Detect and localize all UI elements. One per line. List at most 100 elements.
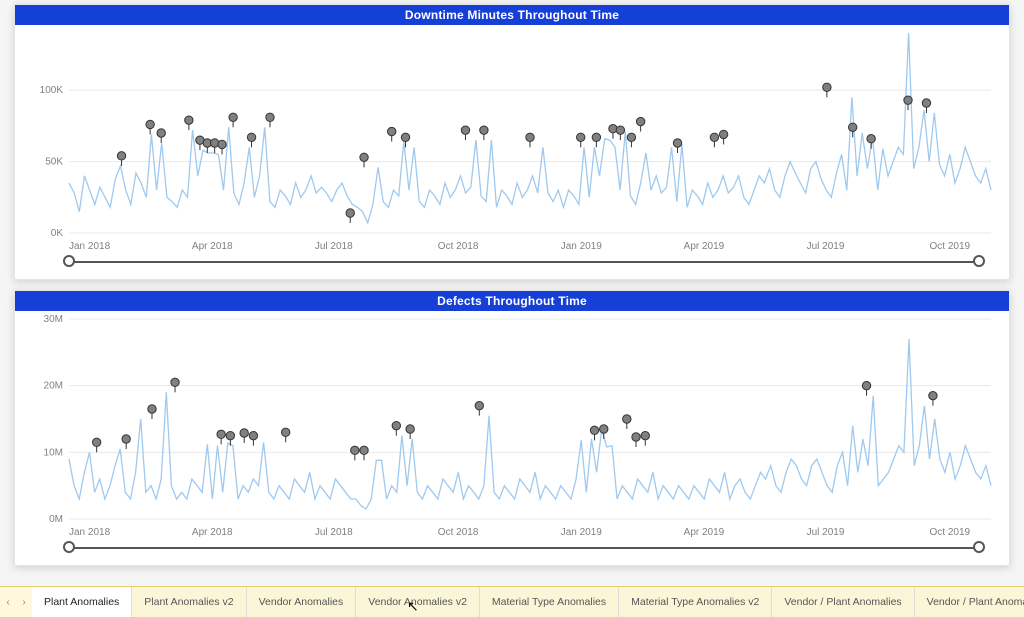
y-tick-label: 100K xyxy=(40,85,64,96)
anomaly-marker[interactable] xyxy=(360,153,368,161)
anomaly-marker[interactable] xyxy=(148,405,156,413)
chevron-left-icon: ‹ xyxy=(6,597,9,608)
tab-label: Material Type Anomalies xyxy=(492,596,606,608)
series-line xyxy=(69,339,991,509)
anomaly-marker[interactable] xyxy=(849,123,857,131)
anomaly-marker[interactable] xyxy=(590,426,598,434)
defects-range-slider[interactable] xyxy=(69,541,979,555)
tab-label: Material Type Anomalies v2 xyxy=(631,596,759,608)
anomaly-marker[interactable] xyxy=(641,431,649,439)
downtime-plot-area[interactable]: 0K50K100KJan 2018Apr 2018Jul 2018Oct 201… xyxy=(15,25,1009,255)
anomaly-marker[interactable] xyxy=(360,446,368,454)
anomaly-marker[interactable] xyxy=(673,139,681,147)
x-tick-label: Jan 2019 xyxy=(561,527,603,538)
anomaly-marker[interactable] xyxy=(636,117,644,125)
anomaly-marker[interactable] xyxy=(171,378,179,386)
anomaly-marker[interactable] xyxy=(710,133,718,141)
x-tick-label: Jan 2019 xyxy=(561,241,603,252)
anomaly-marker[interactable] xyxy=(929,391,937,399)
downtime-range-slider[interactable] xyxy=(69,255,979,269)
tab-label: Plant Anomalies v2 xyxy=(144,596,233,608)
tab-next-button[interactable]: › xyxy=(16,587,32,617)
x-tick-label: Jul 2018 xyxy=(315,527,353,538)
anomaly-marker[interactable] xyxy=(388,127,396,135)
tab-material-type-anomalies-v2[interactable]: Material Type Anomalies v2 xyxy=(619,587,772,617)
defects-chart-card: Defects Throughout Time 0M10M20M30MJan 2… xyxy=(14,290,1010,566)
anomaly-marker[interactable] xyxy=(616,126,624,134)
anomaly-marker[interactable] xyxy=(122,435,130,443)
tab-prev-button[interactable]: ‹ xyxy=(0,587,16,617)
slider-track xyxy=(69,547,979,549)
tab-plant-anomalies-v2[interactable]: Plant Anomalies v2 xyxy=(132,587,246,617)
anomaly-marker[interactable] xyxy=(592,133,600,141)
y-tick-label: 10M xyxy=(44,447,63,458)
downtime-chart-card: Downtime Minutes Throughout Time 0K50K10… xyxy=(14,4,1010,280)
defects-plot-area[interactable]: 0M10M20M30MJan 2018Apr 2018Jul 2018Oct 2… xyxy=(15,311,1009,541)
x-tick-label: Jul 2019 xyxy=(807,241,845,252)
anomaly-marker[interactable] xyxy=(157,129,165,137)
anomaly-marker[interactable] xyxy=(146,120,154,128)
anomaly-marker[interactable] xyxy=(862,381,870,389)
tab-vendor-anomalies-v2[interactable]: Vendor Anomalies v2 xyxy=(356,587,480,617)
anomaly-marker[interactable] xyxy=(229,113,237,121)
y-tick-label: 0K xyxy=(51,228,64,239)
anomaly-marker[interactable] xyxy=(401,133,409,141)
anomaly-marker[interactable] xyxy=(904,96,912,104)
tab-label: Vendor / Plant Anomalies xyxy=(784,596,901,608)
anomaly-marker[interactable] xyxy=(526,133,534,141)
anomaly-marker[interactable] xyxy=(600,425,608,433)
anomaly-marker[interactable] xyxy=(281,428,289,436)
chevron-right-icon: › xyxy=(22,597,25,608)
anomaly-marker[interactable] xyxy=(406,425,414,433)
anomaly-marker[interactable] xyxy=(226,431,234,439)
anomaly-marker[interactable] xyxy=(823,83,831,91)
anomaly-marker[interactable] xyxy=(480,126,488,134)
anomaly-marker[interactable] xyxy=(92,438,100,446)
tab-label: Vendor Anomalies xyxy=(259,596,344,608)
x-tick-label: Jul 2018 xyxy=(315,241,353,252)
slider-handle-left[interactable] xyxy=(63,255,75,267)
y-tick-label: 30M xyxy=(44,314,63,325)
tab-material-type-anomalies[interactable]: Material Type Anomalies xyxy=(480,587,619,617)
anomaly-marker[interactable] xyxy=(351,446,359,454)
anomaly-marker[interactable] xyxy=(185,116,193,124)
anomaly-marker[interactable] xyxy=(627,133,635,141)
tab-plant-anomalies[interactable]: Plant Anomalies xyxy=(32,587,132,617)
tab-label: Vendor Anomalies v2 xyxy=(368,596,467,608)
anomaly-marker[interactable] xyxy=(392,421,400,429)
tab-vendor-plant-anomalies-v2[interactable]: Vendor / Plant Anomalies v2 xyxy=(915,587,1024,617)
anomaly-marker[interactable] xyxy=(217,430,225,438)
x-tick-label: Jul 2019 xyxy=(807,527,845,538)
slider-handle-right[interactable] xyxy=(973,541,985,553)
y-tick-label: 0M xyxy=(49,514,63,525)
anomaly-marker[interactable] xyxy=(240,429,248,437)
defects-chart-title: Defects Throughout Time xyxy=(15,291,1009,311)
x-tick-label: Oct 2018 xyxy=(438,241,479,252)
x-tick-label: Apr 2019 xyxy=(684,241,725,252)
anomaly-marker[interactable] xyxy=(218,140,226,148)
tab-vendor-anomalies[interactable]: Vendor Anomalies xyxy=(247,587,357,617)
anomaly-marker[interactable] xyxy=(922,99,930,107)
tab-vendor-plant-anomalies[interactable]: Vendor / Plant Anomalies xyxy=(772,587,914,617)
report-page: Downtime Minutes Throughout Time 0K50K10… xyxy=(0,0,1024,617)
anomaly-marker[interactable] xyxy=(461,126,469,134)
anomaly-marker[interactable] xyxy=(117,152,125,160)
anomaly-marker[interactable] xyxy=(623,415,631,423)
anomaly-marker[interactable] xyxy=(867,135,875,143)
tab-label: Plant Anomalies xyxy=(44,596,119,608)
anomaly-marker[interactable] xyxy=(249,431,257,439)
tabs-container: Plant Anomalies Plant Anomalies v2 Vendor … xyxy=(32,587,1024,617)
tab-label: Vendor / Plant Anomalies v2 xyxy=(927,596,1024,608)
anomaly-marker[interactable] xyxy=(475,401,483,409)
anomaly-marker[interactable] xyxy=(346,209,354,217)
x-tick-label: Jan 2018 xyxy=(69,527,111,538)
anomaly-marker[interactable] xyxy=(266,113,274,121)
slider-handle-right[interactable] xyxy=(973,255,985,267)
x-tick-label: Oct 2019 xyxy=(930,241,971,252)
x-tick-label: Oct 2018 xyxy=(438,527,479,538)
anomaly-marker[interactable] xyxy=(719,130,727,138)
anomaly-marker[interactable] xyxy=(247,133,255,141)
anomaly-marker[interactable] xyxy=(577,133,585,141)
slider-handle-left[interactable] xyxy=(63,541,75,553)
anomaly-marker[interactable] xyxy=(632,433,640,441)
